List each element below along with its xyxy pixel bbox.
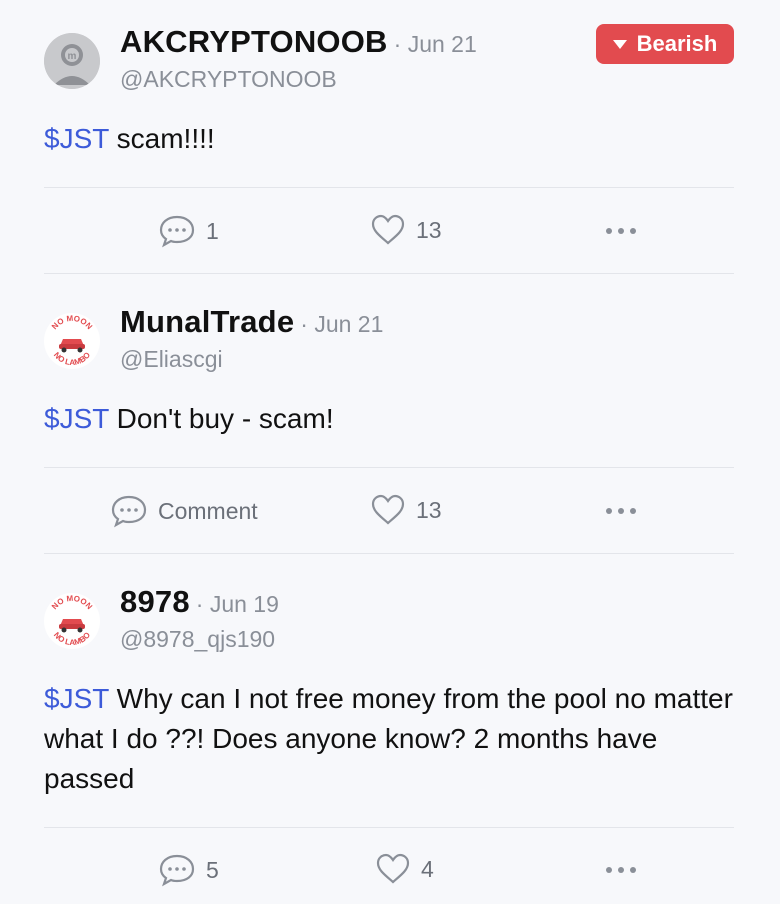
post-text: scam!!!!	[108, 123, 215, 154]
svg-text:NO LAMBO: NO LAMBO	[52, 350, 92, 367]
like-button[interactable]: 4	[375, 853, 434, 885]
comment-icon	[111, 495, 147, 528]
divider	[44, 187, 734, 188]
comment-label: Comment	[158, 497, 258, 524]
author-handle[interactable]: @Eliascgi	[120, 346, 223, 373]
more-options-icon[interactable]	[606, 228, 636, 234]
author-name-text[interactable]: AKCRYPTONOOB	[120, 24, 388, 59]
divider	[44, 467, 734, 468]
bearish-badge: Bearish	[596, 24, 734, 64]
author-name-text[interactable]: 8978	[120, 584, 190, 619]
post-body: $JST Why can I not free money from the p…	[44, 679, 744, 799]
caret-down-icon	[612, 39, 627, 49]
post-body: $JST scam!!!!	[44, 119, 744, 159]
divider	[44, 553, 734, 554]
post-date: · Jun 21	[300, 311, 384, 337]
avatar[interactable]: NO MOON NO LAMBO	[44, 313, 100, 369]
post-body: $JST Don't buy - scam!	[44, 399, 744, 439]
heart-icon	[371, 214, 405, 245]
ticker-link[interactable]: $JST	[44, 123, 109, 154]
comment-icon	[159, 215, 195, 248]
avatar[interactable]: m	[44, 33, 100, 89]
badge-label: Bearish	[636, 31, 718, 56]
divider	[44, 273, 734, 274]
lambo-logo-icon: NO MOON NO LAMBO	[50, 314, 94, 367]
comment-count: 5	[206, 856, 219, 883]
more-options-icon[interactable]	[606, 867, 636, 873]
post-date: · Jun 21	[393, 31, 477, 57]
comment-button[interactable]: 5	[158, 853, 219, 887]
heart-icon	[376, 853, 410, 884]
comment-icon	[159, 854, 195, 887]
author-name-text[interactable]: MunalTrade	[120, 304, 294, 339]
like-count: 13	[416, 496, 442, 523]
avatar[interactable]: NO MOON NO LAMBO	[44, 593, 100, 649]
author-name[interactable]: 8978 · Jun 19	[120, 584, 279, 620]
post-text: Don't buy - scam!	[108, 403, 334, 434]
svg-text:m: m	[68, 51, 77, 62]
author-name[interactable]: AKCRYPTONOOB · Jun 21	[120, 24, 477, 60]
post: m AKCRYPTONOOB · Jun 21 @AKCRYPTONOOB Bea…	[0, 0, 780, 275]
lambo-logo-icon: NO MOON NO LAMBO	[50, 594, 94, 647]
like-count: 13	[416, 216, 442, 243]
comment-count: 1	[206, 217, 219, 244]
post-date: · Jun 19	[195, 591, 279, 617]
more-options-icon[interactable]	[606, 508, 636, 514]
svg-text:NO MOON: NO MOON	[50, 314, 94, 332]
post: NO MOON NO LAMBO 8978 · Jun 19 @8978_qjs1…	[0, 560, 780, 904]
svg-text:NO LAMBO: NO LAMBO	[52, 630, 92, 647]
heart-icon	[371, 494, 405, 525]
like-button[interactable]: 13	[370, 494, 442, 526]
coin-logo-icon: m	[44, 33, 100, 89]
author-handle[interactable]: @AKCRYPTONOOB	[120, 66, 337, 93]
ticker-link[interactable]: $JST	[44, 403, 109, 434]
post-text: Why can I not free money from the pool n…	[44, 683, 733, 794]
author-name[interactable]: MunalTrade · Jun 21	[120, 304, 383, 340]
divider	[44, 827, 734, 828]
ticker-link[interactable]: $JST	[44, 683, 109, 714]
like-count: 4	[421, 855, 434, 882]
like-button[interactable]: 13	[370, 214, 442, 246]
post-feed: m AKCRYPTONOOB · Jun 21 @AKCRYPTONOOB Bea…	[0, 0, 780, 904]
author-handle[interactable]: @8978_qjs190	[120, 626, 275, 653]
comment-button[interactable]: 1	[158, 214, 219, 248]
post: NO MOON NO LAMBO MunalTrade · Jun 21 @Eli…	[0, 280, 780, 555]
svg-text:NO MOON: NO MOON	[50, 594, 94, 612]
comment-button[interactable]: Comment	[110, 494, 258, 528]
